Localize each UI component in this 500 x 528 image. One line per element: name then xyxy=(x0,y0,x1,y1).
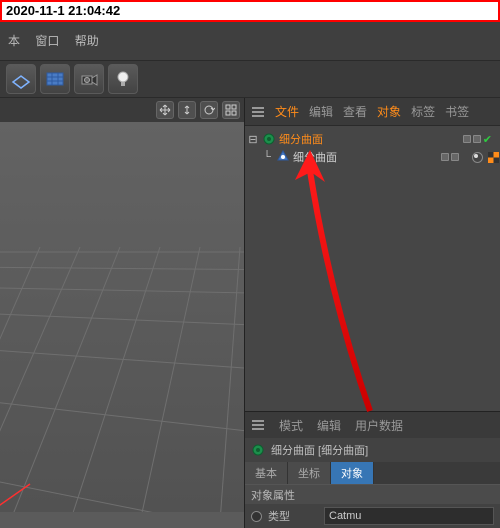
timestamp-bar: 2020-11-1 21:04:42 xyxy=(0,0,500,22)
expand-toggle[interactable]: ⊟ xyxy=(247,133,259,146)
menu-item-window[interactable]: 窗口 xyxy=(35,34,59,48)
phong-tag-icon[interactable] xyxy=(471,151,484,164)
tool-light-button[interactable] xyxy=(108,64,138,94)
app-shell: 本 窗口 帮助 xyxy=(0,22,500,528)
viewport-grid xyxy=(0,122,244,512)
subdivision-surface-icon xyxy=(276,150,290,164)
tab-bookmark[interactable]: 书签 xyxy=(445,103,469,120)
viewport-column xyxy=(0,98,245,528)
viewport-3d[interactable] xyxy=(0,122,244,528)
tab-object[interactable]: 对象 xyxy=(377,103,401,120)
subdivision-surface-icon xyxy=(262,132,276,146)
obj-tab-object[interactable]: 对象 xyxy=(331,462,374,484)
lightbulb-icon xyxy=(112,68,134,90)
render-visibility-dot[interactable] xyxy=(451,153,459,161)
tab-edit[interactable]: 编辑 xyxy=(309,103,333,120)
grid-sphere-icon xyxy=(44,68,66,90)
tool-camera-button[interactable] xyxy=(74,64,104,94)
tree-branch-icon: └ xyxy=(261,151,273,163)
object-label-row: 细分曲面 [细分曲面] xyxy=(245,438,500,462)
attribute-panel: 模式 编辑 用户数据 细分曲面 [细分曲面] 基本 坐标 对象 对象属性 类型 xyxy=(245,411,500,528)
floor-icon xyxy=(10,68,32,90)
panel-menu-icon[interactable] xyxy=(251,105,265,119)
zoom-icon xyxy=(181,104,193,116)
toolbar xyxy=(0,60,500,98)
prop-label-type: 类型 xyxy=(268,508,318,524)
render-visibility-dot[interactable] xyxy=(473,135,481,143)
viewport-pan-button[interactable] xyxy=(156,101,174,119)
attribute-tabs: 模式 编辑 用户数据 xyxy=(245,412,500,438)
object-manager-tabs: 文件 编辑 查看 对象 标签 书签 xyxy=(245,98,500,126)
viewport-zoom-button[interactable] xyxy=(178,101,196,119)
object-label-text: 细分曲面 [细分曲面] xyxy=(271,442,368,458)
hierarchy-panel[interactable]: ⊟ 细分曲面 ✔ └ 细分曲面 xyxy=(245,126,500,411)
rotate-icon xyxy=(203,104,215,116)
tool-sky-button[interactable] xyxy=(40,64,70,94)
prop-radio-icon[interactable] xyxy=(251,511,262,522)
obj-tab-basic[interactable]: 基本 xyxy=(245,462,288,484)
obj-tab-coord[interactable]: 坐标 xyxy=(288,462,331,484)
panel-menu-icon[interactable] xyxy=(251,418,265,432)
section-header-object-props: 对象属性 xyxy=(245,484,500,504)
viewport-layout-button[interactable] xyxy=(222,101,240,119)
hierarchy-item-child[interactable]: └ 细分曲面 xyxy=(245,148,500,166)
attrib-tab-userdata[interactable]: 用户数据 xyxy=(355,417,403,434)
menu-bar: 本 窗口 帮助 xyxy=(0,22,500,60)
menu-item-script[interactable]: 本 xyxy=(8,34,20,48)
layout-icon xyxy=(225,104,237,116)
type-dropdown[interactable]: Catmu xyxy=(324,507,494,525)
viewport-rotate-button[interactable] xyxy=(200,101,218,119)
hierarchy-item-name[interactable]: 细分曲面 xyxy=(293,149,337,165)
tool-floor-button[interactable] xyxy=(6,64,36,94)
main-row: 文件 编辑 查看 对象 标签 书签 ⊟ 细分曲面 ✔ xyxy=(0,98,500,528)
annotation-arrow xyxy=(285,146,405,426)
attrib-tab-edit[interactable]: 编辑 xyxy=(317,417,341,434)
viewport-controls xyxy=(0,98,244,122)
hierarchy-item-name[interactable]: 细分曲面 xyxy=(279,131,323,147)
tab-file[interactable]: 文件 xyxy=(275,103,299,120)
menu-item-help[interactable]: 帮助 xyxy=(75,34,99,48)
obj-subtabs: 基本 坐标 对象 xyxy=(245,462,500,484)
attrib-tab-mode[interactable]: 模式 xyxy=(279,417,303,434)
tab-tag[interactable]: 标签 xyxy=(411,103,435,120)
hierarchy-item-parent[interactable]: ⊟ 细分曲面 ✔ xyxy=(245,130,500,148)
texture-tag-icon[interactable] xyxy=(487,151,500,164)
prop-row-type: 类型 Catmu xyxy=(245,504,500,528)
enable-check-icon[interactable]: ✔ xyxy=(483,133,492,146)
subdivision-surface-icon xyxy=(251,443,265,457)
editor-visibility-dot[interactable] xyxy=(441,153,449,161)
move-icon xyxy=(159,104,171,116)
visibility-dots[interactable]: ✔ xyxy=(463,133,492,146)
right-column: 文件 编辑 查看 对象 标签 书签 ⊟ 细分曲面 ✔ xyxy=(245,98,500,528)
editor-visibility-dot[interactable] xyxy=(463,135,471,143)
tab-view[interactable]: 查看 xyxy=(343,103,367,120)
object-tags xyxy=(471,151,500,164)
visibility-dots[interactable] xyxy=(441,153,459,161)
camera-icon xyxy=(78,68,100,90)
